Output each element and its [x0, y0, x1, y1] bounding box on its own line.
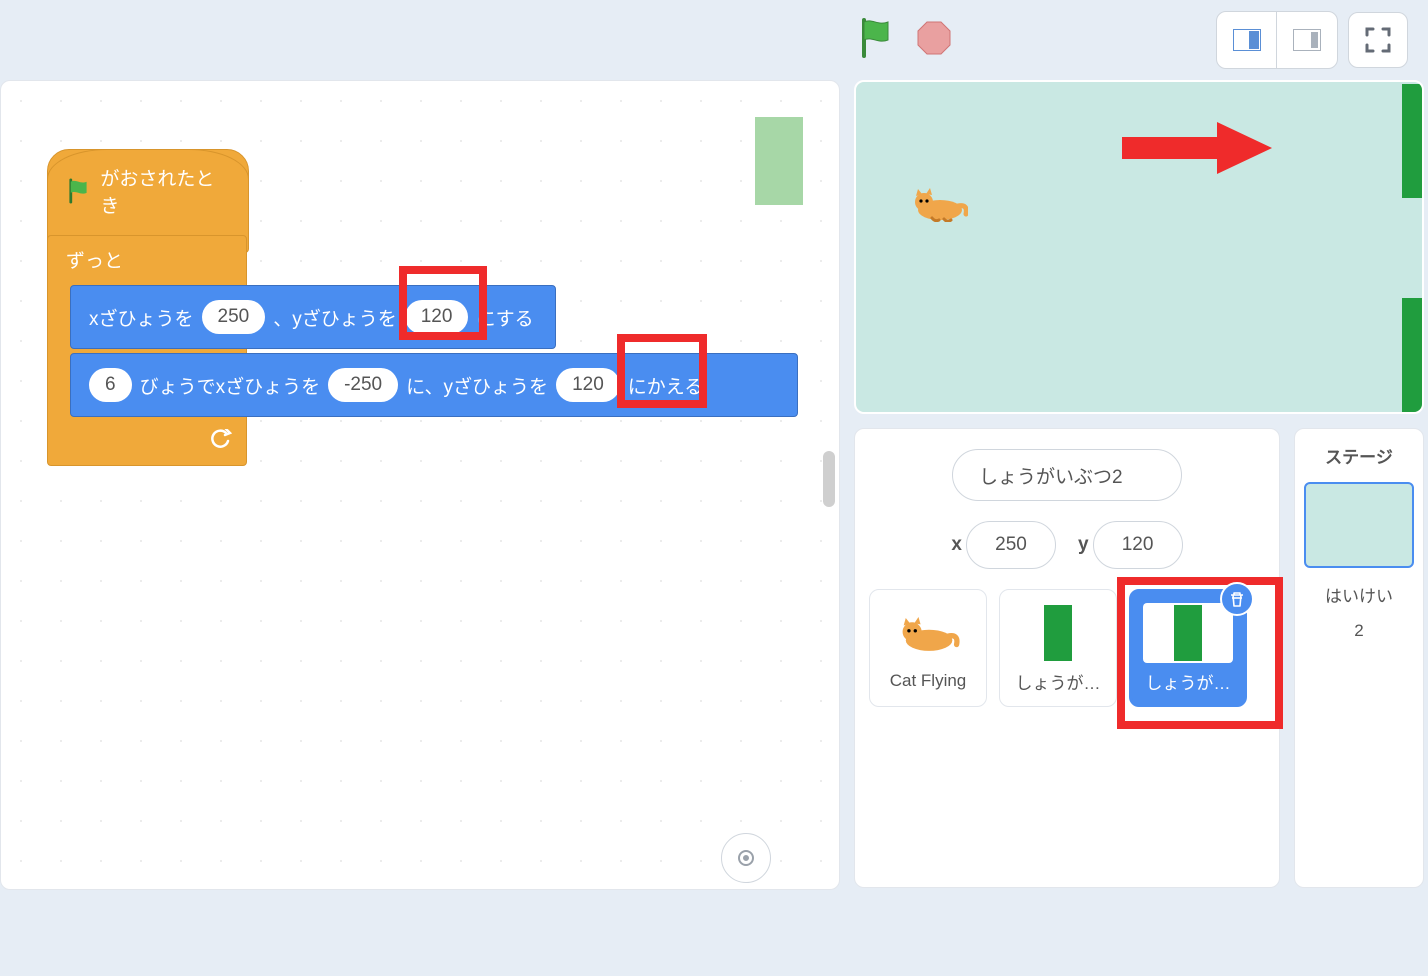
fullscreen-button[interactable] — [1348, 12, 1408, 68]
glide-text-3: にかえる — [628, 372, 703, 399]
vertical-scrollbar[interactable] — [823, 451, 835, 507]
stage-panel-title: ステージ — [1325, 443, 1393, 468]
x-label: x — [951, 534, 962, 556]
sprite-tile-obstacle2[interactable]: しょうが… — [1129, 589, 1247, 707]
stage-preview[interactable] — [854, 80, 1424, 414]
glide-text-2: に、yざひょうを — [406, 372, 548, 399]
obstacle-sprite-on-stage — [1402, 298, 1422, 414]
sprite-tile-obstacle1[interactable]: しょうが… — [999, 589, 1117, 707]
large-stage-button[interactable] — [1277, 12, 1337, 68]
forever-block[interactable]: ずっと xざひょうを 250 、yざひょうを 120 にする 6 — [47, 235, 247, 466]
goto-text-3: にする — [476, 304, 533, 331]
trash-icon — [1228, 590, 1246, 608]
annotation-arrow-icon — [1122, 118, 1272, 183]
sprite-info-panel: x y — [854, 428, 1280, 888]
glide-y-input[interactable]: 120 — [556, 368, 620, 402]
y-label: y — [1078, 534, 1089, 556]
backdrop-count: 2 — [1354, 621, 1363, 641]
sprite-name-input[interactable] — [952, 449, 1182, 501]
stage-selector-panel: ステージ はいけい 2 — [1294, 428, 1424, 888]
green-flag-icon[interactable] — [860, 18, 896, 63]
stop-icon[interactable] — [916, 20, 952, 61]
sprite-tile-label: しょうが… — [1016, 669, 1101, 694]
sprite-costume-preview — [755, 117, 803, 205]
sprite-y-input[interactable] — [1093, 521, 1183, 569]
loop-arrow-icon — [208, 429, 232, 455]
forever-label: ずっと — [66, 251, 123, 272]
glide-x-input[interactable]: -250 — [328, 368, 398, 402]
obstacle-sprite-on-stage — [1402, 84, 1422, 198]
sprite-list: Cat Flying しょうが… しょうが… — [869, 589, 1265, 707]
glide-text-1: びょうでxざひょうを — [140, 372, 321, 399]
glide-secs-input[interactable]: 6 — [89, 368, 132, 402]
glide-block[interactable]: 6 びょうでxざひょうを -250 に、yざひょうを 120 にかえる — [70, 353, 798, 417]
goto-y-input[interactable]: 120 — [405, 300, 469, 334]
stage-size-toggle — [1216, 11, 1338, 69]
green-flag-icon — [68, 178, 90, 204]
goto-xy-block[interactable]: xざひょうを 250 、yざひょうを 120 にする — [70, 285, 556, 349]
goto-x-input[interactable]: 250 — [202, 300, 266, 334]
cat-sprite-on-stage[interactable] — [910, 188, 968, 227]
zoom-reset-button[interactable] — [721, 833, 771, 883]
block-stack[interactable]: がおされたとき ずっと xざひょうを 250 、yざひょうを 120 にする — [47, 149, 249, 466]
hat-label: がおされたとき — [100, 164, 224, 218]
stage-thumbnail[interactable] — [1304, 482, 1414, 568]
delete-sprite-button[interactable] — [1220, 582, 1254, 616]
backdrop-label: はいけい — [1325, 582, 1393, 607]
sprite-tile-label: しょうが… — [1146, 669, 1231, 694]
small-stage-button[interactable] — [1217, 12, 1277, 68]
sprite-x-input[interactable] — [966, 521, 1056, 569]
sprite-tile-label: Cat Flying — [890, 671, 967, 691]
goto-text-2: 、yざひょうを — [273, 304, 397, 331]
sprite-tile-cat[interactable]: Cat Flying — [869, 589, 987, 707]
script-workspace[interactable]: がおされたとき ずっと xざひょうを 250 、yざひょうを 120 にする — [0, 80, 840, 890]
goto-text-1: xざひょうを — [89, 304, 194, 331]
